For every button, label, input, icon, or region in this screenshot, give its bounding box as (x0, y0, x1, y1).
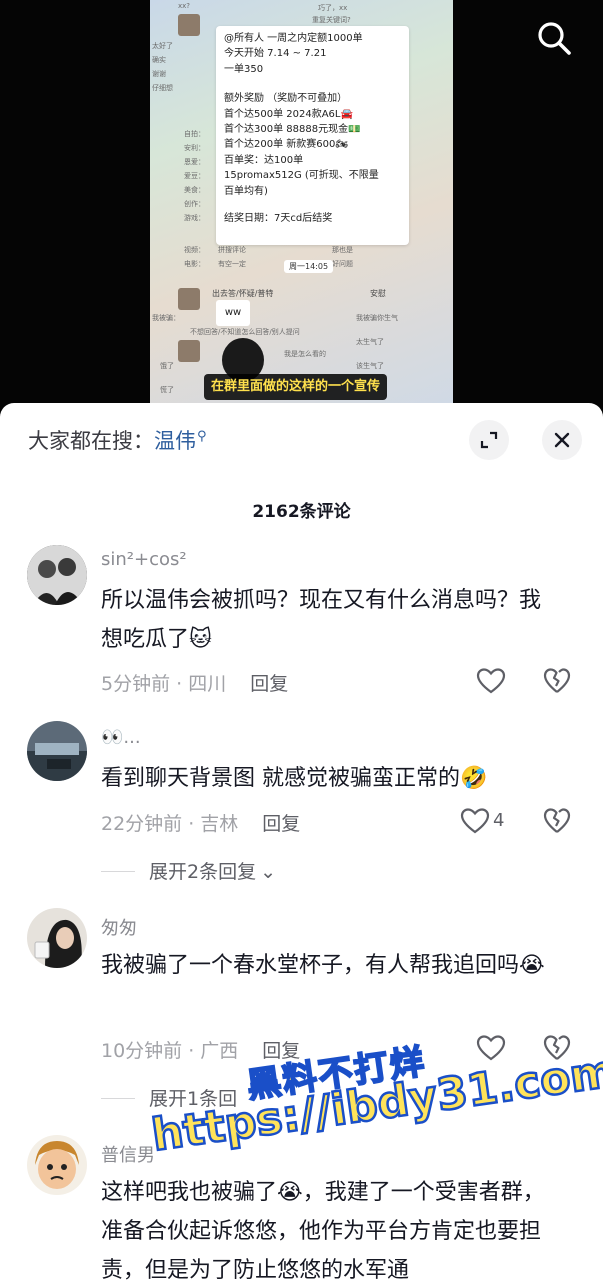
dislike-broken-heart-icon[interactable] (543, 667, 571, 695)
chat-fragment: 安利： (184, 144, 205, 152)
comment-text: 我被骗了一个春水堂杯子，有人帮我追回吗😭 (101, 946, 561, 985)
chat-fragment: 太好了 (152, 42, 173, 50)
expand-replies-button[interactable]: 展开2条回复 ⌄ (101, 857, 276, 884)
divider (101, 1098, 135, 1099)
comment-author[interactable]: 👀... (101, 727, 141, 748)
chat-fragment: 仔细想 (152, 84, 173, 92)
crying-emoji-icon: 😭 (519, 953, 545, 978)
announcement-message: @所有人 一周之内定额1000单 今天开始 7.14 ~ 7.21 一单350 … (216, 26, 409, 245)
avatar[interactable] (27, 721, 87, 781)
like-count: 4 (493, 810, 505, 831)
dislike-broken-heart-icon[interactable] (543, 807, 571, 835)
comment-body: 所以温伟会被抓吗？现在又有什么消息吗？我想吃瓜了 (101, 588, 542, 652)
avatar[interactable] (27, 545, 87, 605)
chat-fragment: 爱豆： (184, 172, 205, 180)
close-icon[interactable] (542, 420, 582, 460)
chat-avatar (178, 288, 200, 310)
chat-fragment: 巧了，xx (318, 4, 348, 12)
notice-line: 百单均有) (224, 185, 268, 197)
notice-line: 额外奖励 （奖励不可叠加） (224, 93, 348, 105)
chat-fragment: 自拍： (184, 130, 205, 138)
chat-fragment: 有空一定 (218, 260, 246, 268)
comment-author[interactable]: sin²+cos² (101, 549, 187, 570)
comment-author[interactable]: 匆匆 (101, 914, 137, 940)
chat-fragment: 游戏： (184, 214, 205, 222)
chat-fragment: 恩爱： (184, 158, 205, 166)
search-icon[interactable] (534, 18, 574, 58)
notice-line: 15promax512G (可折现、不限量 (224, 170, 379, 182)
comment-sheet: 大家都在搜：温伟⚲ 2162条评论 sin²+cos² 所以温伟会被抓吗？现在又… (0, 403, 603, 1280)
notice-line: @所有人 一周之内定额1000单 (224, 33, 363, 44)
comment-time: 5分钟前 · 四川 (101, 673, 227, 695)
chat-fragment: 该生气了 (356, 362, 384, 370)
chat-fragment: 拼搜评论 (218, 246, 246, 254)
chat-fragment: 创作： (184, 200, 205, 208)
chat-fragment: 视频： (184, 246, 205, 254)
chat-fragment: 安慰 (370, 289, 386, 298)
notice-line: 今天开始 7.14 ~ 7.21 (224, 48, 327, 60)
notice-line: 一单350 (224, 63, 264, 75)
comment-author[interactable]: 普信男 (101, 1141, 155, 1167)
notice-line: 首个达200单 新款赛600🏍 (224, 139, 349, 151)
chat-fragment: 我被骗： (152, 314, 180, 322)
comment-meta: 5分钟前 · 四川 回复 (101, 669, 288, 696)
notice-line: 首个达500单 2024款A6L🚘 (224, 108, 353, 120)
chat-fragment: 我被骗你生气 (356, 314, 398, 322)
reply-button[interactable]: 回复 (262, 813, 300, 835)
comment-text: 所以温伟会被抓吗？现在又有什么消息吗？我想吃瓜了🐱 (101, 581, 561, 659)
chat-fragment: 太生气了 (356, 338, 384, 346)
chat-fragment: 那也是 (332, 246, 353, 254)
notice-line: 百单奖：达100单 (224, 154, 304, 166)
cat-emoji-icon: 🐱 (189, 627, 212, 652)
chat-fragment: 饿了 (160, 362, 174, 370)
chat-fragment: 慌了 (160, 386, 174, 394)
chat-fragment: 出去答/怀疑/普特 (212, 289, 274, 298)
comment-time: 10分钟前 · 广西 (101, 1040, 239, 1062)
video-player[interactable]: xx? 巧了，xx 重复关键词? 太好了 确实 谢谢 仔细想 自拍： 安利： 恩… (0, 0, 603, 410)
chat-avatar (178, 340, 200, 362)
chat-time-chip: 周一14:05 (284, 260, 334, 273)
comment-body: 我被骗了一个春水堂杯子，有人帮我追回吗 (101, 953, 520, 978)
notice-line: 首个达300单 88888元现金💵 (224, 124, 361, 136)
chat-avatar (178, 14, 200, 36)
like-heart-icon[interactable] (460, 807, 490, 835)
chat-fragment: 重复关键词? (312, 16, 351, 24)
trending-search-prefix: 大家都在搜： (28, 429, 154, 453)
chat-fragment: xx? (178, 2, 191, 10)
comment-count: 2162条评论 (252, 502, 351, 522)
chevron-down-icon: ⌄ (260, 861, 277, 883)
notice-line: 结奖日期：7天cd后结奖 (224, 213, 333, 225)
avatar[interactable] (27, 908, 87, 968)
chat-fragment: 我是怎么看的 (284, 350, 326, 358)
divider (101, 871, 135, 872)
search-small-icon: ⚲ (197, 429, 207, 444)
video-frame-chat-screenshot: xx? 巧了，xx 重复关键词? 太好了 确实 谢谢 仔细想 自拍： 安利： 恩… (150, 0, 453, 410)
trending-search[interactable]: 大家都在搜：温伟⚲ (28, 425, 207, 455)
expand-icon[interactable] (469, 420, 509, 460)
expand-replies-label: 展开2条回复 (149, 861, 257, 883)
like-heart-icon[interactable] (476, 1034, 506, 1062)
rofl-emoji-icon: 🤣 (460, 766, 488, 791)
chat-bubble: ww (216, 300, 250, 326)
comment-meta: 22分钟前 · 吉林 回复 (101, 809, 300, 836)
comment-text: 这样吧我也被骗了😭，我建了一个受害者群，准备合伙起诉悠悠，他作为平台方肯定也要担… (101, 1180, 545, 1280)
chat-fragment: 好问题 (332, 260, 353, 268)
trending-search-keyword[interactable]: 温伟 (154, 429, 196, 453)
chat-fragment: 确实 (152, 56, 166, 64)
chat-fragment: 美食： (184, 186, 205, 194)
like-heart-icon[interactable] (476, 667, 506, 695)
avatar[interactable] (27, 1135, 87, 1195)
chat-fragment: 电影： (184, 260, 205, 268)
comment-time: 22分钟前 · 吉林 (101, 813, 239, 835)
video-caption: 在群里面做的这样的一个宣传 (204, 374, 388, 400)
comment-text: 看到聊天背景图 就感觉被骗蛮正常的🤣 (101, 759, 561, 798)
chat-fragment: 谢谢 (152, 70, 166, 78)
reply-button[interactable]: 回复 (250, 673, 288, 695)
comment-body: 看到聊天背景图 就感觉被骗蛮正常的 (101, 766, 460, 791)
chat-fragment: 不想回答/不知道怎么回答/别人提问 (190, 328, 300, 336)
